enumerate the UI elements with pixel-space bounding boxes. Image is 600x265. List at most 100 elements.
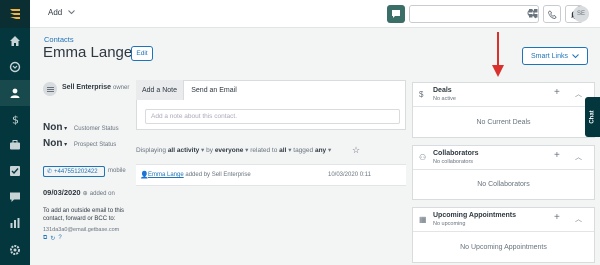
- edit-button[interactable]: Edit: [131, 46, 153, 61]
- search-input[interactable]: [409, 5, 539, 23]
- nav-settings[interactable]: [0, 237, 30, 263]
- logo[interactable]: [0, 0, 30, 28]
- chevron-down-icon: [572, 53, 579, 58]
- chevron-up-icon[interactable]: ︿: [575, 152, 582, 162]
- bcc-actions: ⧉ ↻ ?: [43, 235, 62, 242]
- home-icon: [10, 36, 20, 46]
- bar-chart-icon: [10, 218, 20, 228]
- apps-grid-button[interactable]: [558, 7, 572, 21]
- nav-revenue[interactable]: $: [0, 106, 30, 132]
- nav-communication[interactable]: [0, 184, 30, 210]
- star-icon[interactable]: ☆: [352, 145, 360, 156]
- add-dropdown[interactable]: Add: [48, 8, 76, 17]
- chevron-up-icon[interactable]: ︿: [575, 89, 582, 99]
- prospect-status[interactable]: Non ▾ Prospect Status: [43, 138, 116, 149]
- caret-down-icon: ▾: [62, 142, 68, 148]
- activity-text: added by Sell Enterprise: [185, 172, 251, 178]
- add-appointment-icon[interactable]: +: [554, 212, 560, 223]
- chat-bubble-icon: [10, 192, 20, 202]
- filter-displaying-label: Displaying: [136, 147, 166, 154]
- sell-logo-icon: [10, 9, 20, 19]
- added-date: 09/03/2020: [43, 188, 81, 197]
- nav-tasks[interactable]: [0, 158, 30, 184]
- message-icon: [392, 10, 400, 18]
- nav-deals[interactable]: [0, 54, 30, 80]
- added-on: 09/03/2020 ⊕ added on: [43, 188, 115, 197]
- checkbox-icon: [10, 166, 20, 176]
- breadcrumb[interactable]: Contacts: [44, 35, 74, 44]
- apps-grid-icon[interactable]: [529, 9, 538, 20]
- collaborators-card: ⚇ Collaborators No collaborators + ︿ No …: [412, 145, 595, 200]
- filter-activity[interactable]: all activity: [168, 147, 199, 154]
- chevron-down-icon: [68, 10, 76, 15]
- menu-icon: [46, 86, 54, 92]
- phone-type: mobile: [108, 168, 126, 174]
- chat-widget-tab[interactable]: Chat: [585, 97, 600, 137]
- phone-icon: [547, 9, 557, 19]
- prospect-status-label: Prospect Status: [73, 142, 117, 148]
- nav-companies[interactable]: [0, 132, 30, 158]
- bcc-instructions: To add an outside email to this contact,…: [43, 208, 125, 222]
- added-label: added on: [89, 191, 115, 197]
- filter-related-label: related to: [250, 147, 278, 154]
- collaborators-empty: No Collaborators: [477, 181, 530, 188]
- phone-number: +447551202422: [54, 168, 98, 175]
- copy-icon[interactable]: ⧉: [43, 235, 47, 242]
- owner-name[interactable]: Sell Enterprise: [62, 84, 111, 91]
- activity-item: 👤 Emma Lange added by Sell Enterprise 10…: [136, 164, 406, 186]
- filter-any[interactable]: any: [315, 147, 326, 154]
- phone-icon: ✆: [47, 169, 53, 175]
- owner-info: Sell Enterprise owner: [62, 84, 129, 91]
- smart-links-button[interactable]: Smart Links: [522, 47, 588, 65]
- chevron-up-icon[interactable]: ︿: [575, 214, 582, 224]
- collaborators-title: Collaborators: [433, 150, 479, 157]
- activity-person-link[interactable]: Emma Lange: [148, 172, 184, 178]
- smart-links-label: Smart Links: [531, 52, 568, 60]
- help-icon[interactable]: ?: [58, 235, 61, 242]
- dollar-icon: $: [419, 90, 424, 99]
- dollar-icon: $: [12, 114, 19, 126]
- chat-tab-label: Chat: [589, 110, 596, 124]
- note-input[interactable]: Add a note about this contact.: [145, 109, 400, 124]
- people-icon: ⚇: [419, 153, 427, 162]
- nav-reports[interactable]: [0, 210, 30, 236]
- add-collaborator-icon[interactable]: +: [554, 150, 560, 161]
- appointments-empty: No Upcoming Appointments: [460, 244, 547, 251]
- annotation-arrow: [492, 32, 504, 77]
- prospect-status-value: Non: [43, 138, 63, 149]
- deals-card: $ Deals No active + ︿ No Current Deals: [412, 82, 595, 138]
- customer-status[interactable]: Non ▾ Customer Status: [43, 122, 119, 133]
- calendar-icon: ▦: [419, 215, 427, 224]
- customer-status-label: Customer Status: [73, 126, 119, 132]
- globe-icon: ⊕: [82, 191, 88, 197]
- deals-title: Deals: [433, 87, 452, 94]
- deals-icon: [9, 61, 21, 73]
- chat-button[interactable]: [387, 5, 405, 23]
- activity-date: 10/03/2020 0:11: [328, 172, 371, 178]
- appointments-card-header: ▦ Upcoming Appointments No upcoming + ︿: [413, 208, 594, 232]
- appointments-card: ▦ Upcoming Appointments No upcoming + ︿ …: [412, 207, 595, 263]
- nav-home[interactable]: [0, 28, 30, 54]
- tab-send-email[interactable]: Send an Email: [186, 80, 242, 100]
- briefcase-icon: [10, 140, 20, 150]
- nav-contacts[interactable]: [0, 80, 30, 106]
- caret-down-icon: ▾: [62, 126, 68, 132]
- filter-tagged-label: tagged: [293, 147, 314, 154]
- refresh-icon[interactable]: ↻: [50, 235, 55, 242]
- collaborators-card-header: ⚇ Collaborators No collaborators + ︿: [413, 146, 594, 170]
- phone-number-button[interactable]: ✆ +447551202422: [43, 166, 105, 177]
- customer-status-value: Non: [43, 122, 63, 133]
- appointments-subtitle: No upcoming: [433, 221, 466, 227]
- add-deal-icon[interactable]: +: [554, 87, 560, 98]
- tab-add-note[interactable]: Add a Note: [136, 80, 184, 100]
- top-bar: Add SE: [30, 0, 600, 28]
- owner-avatar: [43, 82, 57, 96]
- user-avatar[interactable]: SE: [573, 6, 589, 22]
- filter-by-label: by: [206, 147, 213, 154]
- left-navigation: $: [0, 0, 30, 265]
- owner-label: owner: [112, 85, 130, 91]
- add-label: Add: [48, 8, 63, 17]
- bcc-email[interactable]: 131da3a0@email.getbase.com: [43, 227, 119, 233]
- filter-everyone[interactable]: everyone: [215, 147, 244, 154]
- page-title: Emma Lange: [43, 44, 133, 61]
